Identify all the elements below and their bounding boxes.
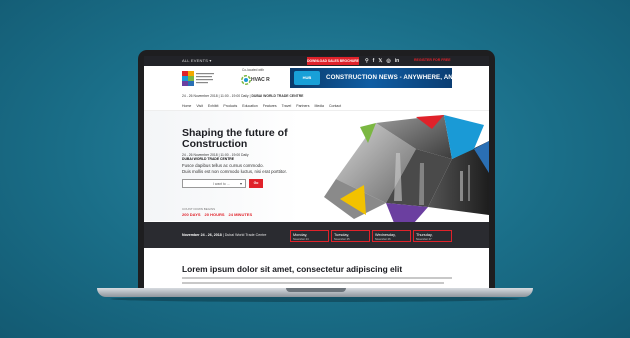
strip-location: Dubai World Trade Centre <box>224 233 267 237</box>
day-tab-wednesday[interactable]: Wednesday, November 26 <box>372 230 411 242</box>
laptop-notch <box>286 288 346 292</box>
select-value: I want to ... <box>213 182 230 186</box>
day-tab-monday[interactable]: Monday, November 24 <box>290 230 329 242</box>
banner-text: CONSTRUCTION NEWS - ANYWHERE, ANYTIME <box>326 73 473 81</box>
day-tab-tuesday[interactable]: Tuesday, November 25 <box>331 230 370 242</box>
countdown-label: COUNT DOWN BEGINS <box>182 207 216 211</box>
nav-home[interactable]: Home <box>182 104 191 108</box>
hero-text-line: Duis mollis est non commodo luctus, nisi… <box>182 169 287 174</box>
paragraph-line <box>182 277 452 279</box>
go-button[interactable]: Go <box>249 179 263 188</box>
colocated-label: Co-located with <box>242 68 264 72</box>
hvacr-logo-text: HVAC R <box>251 77 270 83</box>
day-name: Monday, <box>293 232 308 237</box>
main-nav: Home Visit Exhibit Products Education Fe… <box>182 104 341 108</box>
day-date: November 25 <box>334 237 350 241</box>
header-dateline: 24 - 26 November 2018 | 11:00 - 19:00 Da… <box>182 94 303 98</box>
nav-partners[interactable]: Partners <box>296 104 309 108</box>
nav-travel[interactable]: Travel <box>282 104 292 108</box>
intent-select[interactable]: I want to ... ▾ <box>182 179 246 188</box>
strip-venue: November 24 - 26, 2018 | Dubai World Tra… <box>182 233 266 237</box>
dateline-time: 11:00 - 19:00 Daily <box>220 94 249 98</box>
hero-title: Shaping the future of Construction <box>182 127 288 150</box>
countdown: 200 DAYS 20 HOURS 24 MINUTES <box>182 212 252 217</box>
register-link[interactable]: REGISTER FOR FREE <box>414 58 451 62</box>
nav-media[interactable]: Media <box>314 104 324 108</box>
day-name: Thursday, <box>416 232 433 237</box>
download-brochure-button[interactable]: DOWNLOAD SALES BROCHURE <box>307 57 359 65</box>
top-icons: ⚲ f 𝕏 ◎ in <box>365 57 399 65</box>
strip-dates: November 24 - 26, 2018 <box>182 233 222 237</box>
hero-venue: DUBAI WORLD TRADE CENTRE <box>182 157 234 161</box>
hero-construction-image <box>324 115 489 223</box>
nav-education[interactable]: Education <box>242 104 258 108</box>
day-name: Tuesday, <box>334 232 350 237</box>
nav-features[interactable]: Features <box>263 104 277 108</box>
chevron-down-icon: ▾ <box>239 181 242 187</box>
event-logo[interactable] <box>182 69 216 90</box>
day-tab-thursday[interactable]: Thursday, November 27 <box>413 230 452 242</box>
search-icon[interactable]: ⚲ <box>365 57 369 65</box>
dateline-venue: DUBAI WORLD TRADE CENTRE <box>251 94 304 98</box>
banner-hub-badge: HUB <box>294 71 320 85</box>
laptop-screen: ALL EVENTS ▾ DOWNLOAD SALES BROCHURE ⚲ f… <box>144 56 489 288</box>
day-date: November 26 <box>375 237 391 241</box>
linkedin-icon[interactable]: in <box>395 57 399 65</box>
nav-visit[interactable]: Visit <box>196 104 203 108</box>
content-heading: Lorem ipsum dolor sit amet, consectetur … <box>182 264 403 274</box>
nav-exhibit[interactable]: Exhibit <box>208 104 219 108</box>
separator: | <box>222 233 224 237</box>
facebook-icon[interactable]: f <box>373 57 375 65</box>
day-date: November 24 <box>293 237 309 241</box>
hero-text-line: Fusce dapibus tellus ac cursus commodo. <box>182 163 264 168</box>
dateline-dates: 24 - 26 November 2018 <box>182 94 218 98</box>
nav-products[interactable]: Products <box>223 104 237 108</box>
day-name: Wednesday, <box>375 232 396 237</box>
countdown-days: 200 DAYS <box>182 212 201 217</box>
all-events-menu[interactable]: ALL EVENTS ▾ <box>182 58 212 63</box>
day-date: November 27 <box>416 237 432 241</box>
instagram-icon[interactable]: ◎ <box>386 57 390 65</box>
paragraph-line <box>182 282 444 284</box>
news-banner[interactable]: HUB CONSTRUCTION NEWS - ANYWHERE, ANYTIM… <box>290 68 472 88</box>
countdown-minutes: 24 MINUTES <box>228 212 253 217</box>
nav-contact[interactable]: Contact <box>329 104 341 108</box>
countdown-hours: 20 HOURS <box>204 212 225 217</box>
twitter-icon[interactable]: 𝕏 <box>378 57 382 65</box>
